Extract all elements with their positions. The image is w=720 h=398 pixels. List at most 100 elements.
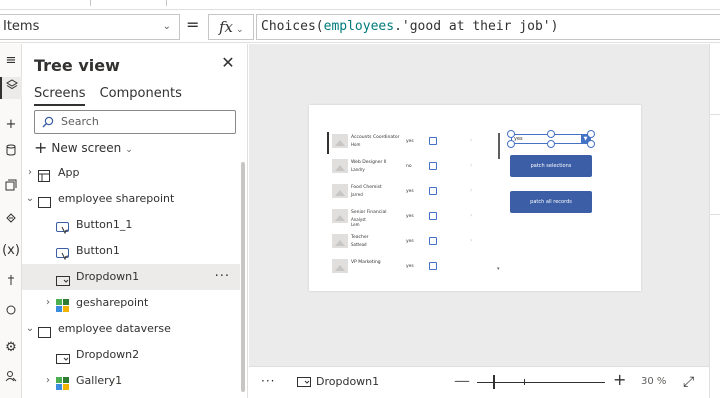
scroll-down-icon[interactable]: ▾: [497, 266, 500, 272]
checkbox[interactable]: [429, 212, 437, 220]
formula-string: .'good at their job'): [394, 19, 559, 34]
chevron-down-icon: ⌄: [162, 21, 171, 32]
top-toolbar-edge: [0, 0, 720, 10]
gallery-item-title: Teacher: [351, 235, 369, 240]
checkbox[interactable]: [429, 162, 437, 170]
fx-icon: fx: [219, 18, 234, 36]
gallery-item[interactable]: VP Marketing yes: [327, 256, 487, 280]
chevron-down-icon[interactable]: ⌄: [24, 316, 36, 342]
chevron-right-icon[interactable]: ›: [24, 160, 36, 186]
tree-item-dropdown2[interactable]: Dropdown2: [22, 342, 240, 368]
panel-title: Tree view: [34, 56, 120, 75]
data-icon[interactable]: [0, 142, 22, 164]
tree-item-gallery1[interactable]: › Gallery1: [22, 368, 240, 394]
tree-item-dropdown1[interactable]: Dropdown1 ···: [22, 264, 240, 290]
tree-scrollbar[interactable]: [241, 162, 245, 392]
resize-handle[interactable]: [547, 140, 555, 148]
selected-control-breadcrumb[interactable]: Dropdown1: [297, 375, 379, 390]
tree-item-gesharepoint[interactable]: › gesharepoint: [22, 290, 240, 316]
chevron-right-icon[interactable]: ›: [42, 290, 54, 316]
resize-handle[interactable]: [587, 140, 595, 148]
tree-item-button1[interactable]: Button1: [22, 238, 240, 264]
tab-screens[interactable]: Screens: [34, 86, 86, 106]
search-input[interactable]: Search: [34, 110, 236, 134]
search-icon: [42, 116, 54, 128]
insert-icon[interactable]: +: [0, 114, 22, 136]
zoom-slider[interactable]: [477, 382, 605, 383]
tree-item-label: employee dataverse: [58, 322, 171, 335]
advanced-tools-icon[interactable]: [0, 368, 22, 390]
chevron-right-icon[interactable]: ›: [470, 237, 472, 244]
resize-handle[interactable]: [507, 140, 515, 148]
close-icon[interactable]: ✕: [219, 54, 237, 72]
patch-selections-button[interactable]: patch selections: [510, 155, 592, 177]
checkbox[interactable]: [429, 187, 437, 195]
variables-icon[interactable]: (x): [0, 240, 22, 262]
gallery-item-value: yes: [406, 139, 414, 144]
tree-item-label: App: [58, 166, 80, 179]
fit-to-window-icon[interactable]: ⤢: [683, 374, 694, 390]
hamburger-icon[interactable]: ≡: [0, 50, 22, 72]
image-placeholder-icon: [332, 159, 348, 173]
dropdown-selected-value: yes: [514, 136, 523, 142]
chevron-right-icon[interactable]: ›: [470, 162, 472, 169]
gallery-scrollbar[interactable]: [498, 133, 500, 159]
settings-icon[interactable]: ⚙: [0, 337, 22, 359]
plus-icon: +: [34, 138, 48, 157]
formula-bar: Items ⌄ = fx ⌄ Choices(employees.'good at…: [0, 11, 720, 43]
chevron-down-icon[interactable]: ⌄: [24, 186, 36, 212]
tree-item-label: Button1: [76, 244, 120, 257]
checkbox[interactable]: [429, 237, 437, 245]
gallery-item-value: yes: [406, 239, 414, 244]
search-icon[interactable]: [0, 302, 22, 324]
gallery-item[interactable]: Accounts Coordinator Hom yes ›: [327, 131, 487, 155]
tools-icon[interactable]: [0, 272, 22, 294]
more-options-icon[interactable]: ···: [215, 264, 230, 290]
chevron-right-icon[interactable]: ›: [470, 187, 472, 194]
resize-handle[interactable]: [547, 130, 555, 138]
chevron-right-icon[interactable]: ›: [470, 137, 472, 144]
image-placeholder-icon: [332, 234, 348, 248]
tree-item-button1-1[interactable]: Button1_1: [22, 212, 240, 238]
gallery-item[interactable]: Teacher Sattead yes ›: [327, 231, 487, 255]
zoom-slider-thumb[interactable]: [493, 375, 495, 389]
chevron-right-icon[interactable]: ›: [470, 212, 472, 219]
tab-components[interactable]: Components: [100, 86, 182, 104]
gallery-icon: [56, 374, 69, 398]
resize-handle[interactable]: [507, 130, 515, 138]
fx-button[interactable]: fx ⌄: [208, 14, 254, 40]
chevron-right-icon[interactable]: ›: [42, 368, 54, 394]
checkbox[interactable]: [429, 137, 437, 145]
gallery-item-value: yes: [406, 189, 414, 194]
gallery-item-title: Web Designer II: [351, 160, 387, 165]
tree-item-employee-dataverse[interactable]: ⌄ employee dataverse: [22, 316, 240, 342]
chevron-down-icon: ⌄: [125, 145, 133, 155]
property-dropdown[interactable]: Items ⌄: [0, 14, 180, 40]
power-automate-icon[interactable]: [0, 210, 22, 232]
gallery-item-subtitle: Sattead: [351, 242, 367, 247]
patch-all-records-button[interactable]: patch all records: [510, 191, 592, 213]
chevron-down-icon: ⌄: [236, 25, 244, 35]
gallery-preview[interactable]: Accounts Coordinator Hom yes › Web Desig…: [327, 131, 500, 275]
app-screen-preview[interactable]: Accounts Coordinator Hom yes › Web Desig…: [309, 105, 641, 291]
checkbox[interactable]: [429, 262, 437, 270]
formula-input[interactable]: Choices(employees.'good at their job'): [256, 14, 720, 40]
tree-item-employee-sharepoint[interactable]: ⌄ employee sharepoint: [22, 186, 240, 212]
gallery-item-subtitle: Analyst Lem: [351, 217, 366, 227]
layers-icon[interactable]: [0, 77, 22, 99]
gallery-item-subtitle: Hom: [351, 142, 361, 147]
search-placeholder: Search: [61, 115, 99, 128]
new-screen-button[interactable]: + New screen ⌄: [34, 138, 133, 158]
zoom-in-button[interactable]: +: [613, 370, 626, 389]
gallery-item-subtitle: Jarred: [351, 192, 363, 197]
more-options-icon[interactable]: ···: [261, 374, 275, 388]
resize-handle[interactable]: [587, 130, 595, 138]
media-icon[interactable]: [0, 177, 22, 199]
gallery-item[interactable]: Web Designer II Landry no ›: [327, 156, 487, 180]
toolbar-divider: [166, 0, 167, 6]
gallery-item[interactable]: Senior Financial Analyst Lem yes ›: [327, 206, 487, 230]
gallery-item-subtitle: Landry: [351, 167, 365, 172]
tree-item-app[interactable]: › App: [22, 160, 240, 186]
gallery-item[interactable]: Food Chemist Jarred yes ›: [327, 181, 487, 205]
zoom-out-button[interactable]: —: [454, 371, 470, 390]
